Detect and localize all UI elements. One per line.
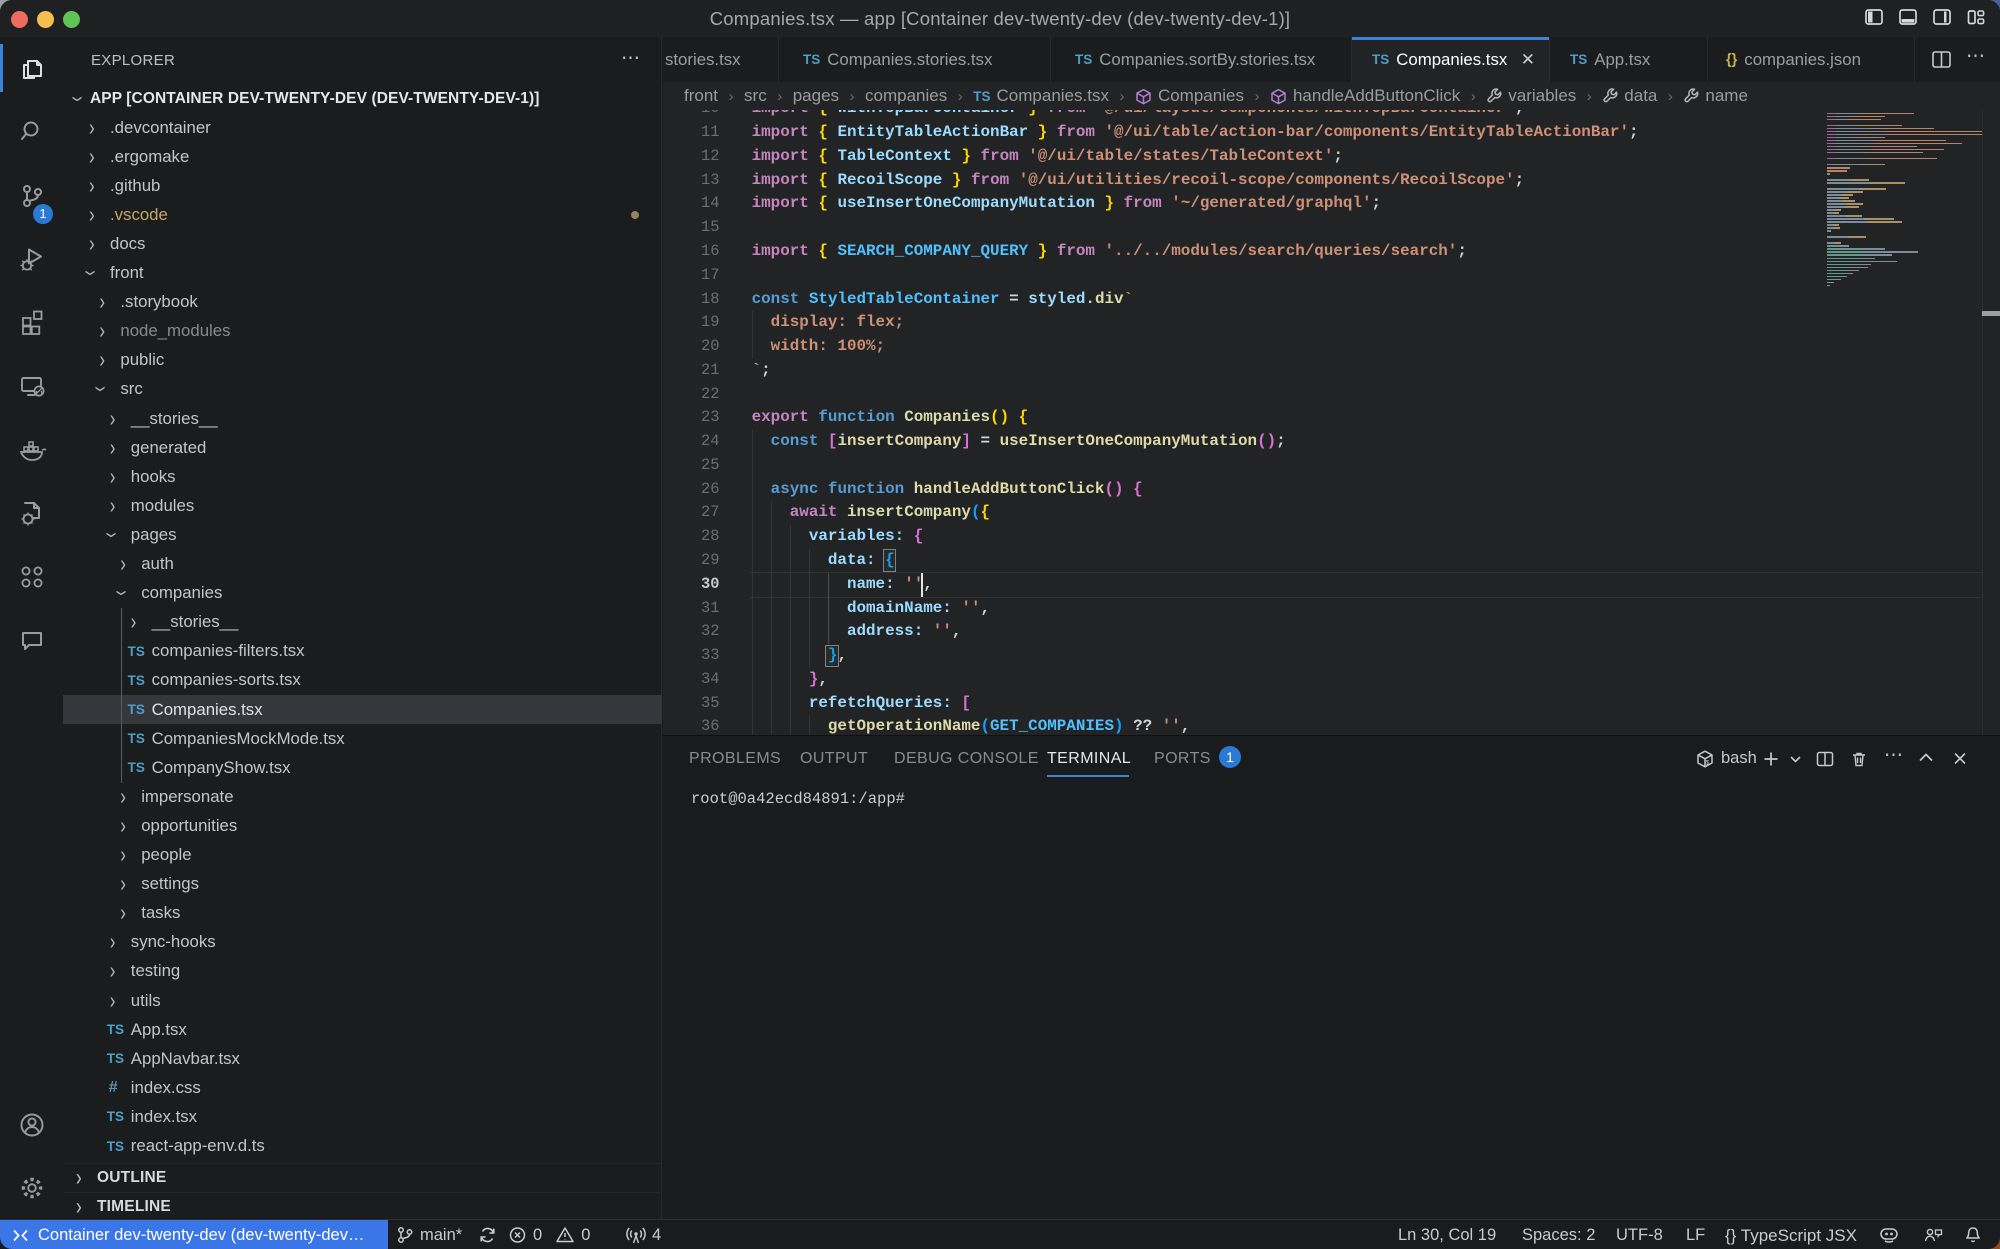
svg-text:$: $: [1706, 759, 1710, 766]
